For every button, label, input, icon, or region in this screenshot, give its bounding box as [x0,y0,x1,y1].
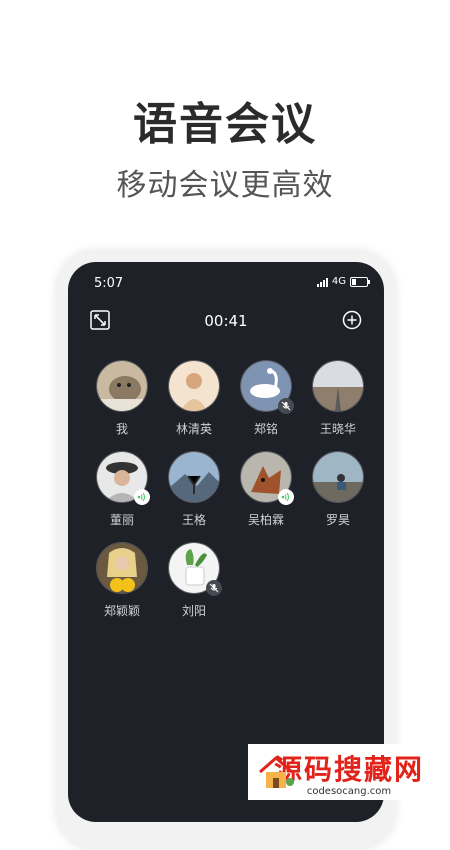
watermark-url: codesocang.com [306,785,392,797]
participant-grid: 我 林清英 郑铭 王晓华 董丽 王格 吴柏霖 罗昊 郑颖颖 刘阳 [86,360,374,619]
status-indicators: 4G [316,276,370,287]
participant-item[interactable]: 林清英 [158,360,230,437]
watermark-title: 源码搜藏网 [273,752,424,786]
participant-item[interactable]: 罗昊 [302,451,374,528]
signal-icon [316,277,328,287]
promo-title: 语音会议 [133,99,317,150]
participant-name: 刘阳 [181,604,206,618]
participant-item[interactable]: 郑铭 [230,360,302,437]
avatar [168,360,220,412]
participant-item[interactable]: 吴柏霖 [230,451,302,528]
participant-name: 郑铭 [253,422,278,436]
battery-icon [350,276,370,287]
promo-subtitle: 移动会议更高效 [116,168,334,203]
avatar [312,451,364,503]
network-type: 4G [331,276,346,287]
participant-item[interactable]: 我 [86,360,158,437]
participant-name: 吴柏霖 [247,513,284,527]
avatar [96,360,148,412]
participant-name: 我 [115,422,128,436]
participant-name: 王晓华 [319,422,356,436]
avatar [168,451,220,503]
participant-name: 罗昊 [325,513,350,527]
avatar [312,360,364,412]
participant-name: 王格 [181,513,206,527]
meeting-timer: 00:41 [204,312,248,330]
mic-muted-icon [206,580,222,596]
participant-name: 郑颖颖 [103,604,140,618]
add-circle-icon [342,310,362,330]
participant-name: 林清英 [175,422,212,436]
speaker-wave-icon [278,489,294,505]
participant-item[interactable]: 郑颖颖 [86,542,158,619]
participant-item[interactable]: 刘阳 [158,542,230,619]
add-participant-button[interactable] [342,310,362,330]
participant-item[interactable]: 董丽 [86,451,158,528]
phone-screen: 5:07 4G 00:41 我 林清英 郑铭 王晓华 董丽 王格 吴柏霖 罗昊 … [68,262,384,822]
speaker-wave-icon [134,489,150,505]
participant-item[interactable]: 王晓华 [302,360,374,437]
participant-name: 董丽 [109,513,134,527]
watermark: 源码搜藏网 codesocang.com [248,744,450,800]
mic-muted-icon [278,398,294,414]
house-logo-icon [259,756,294,788]
avatar [96,542,148,594]
participant-item[interactable]: 王格 [158,451,230,528]
status-time: 5:07 [94,276,124,291]
